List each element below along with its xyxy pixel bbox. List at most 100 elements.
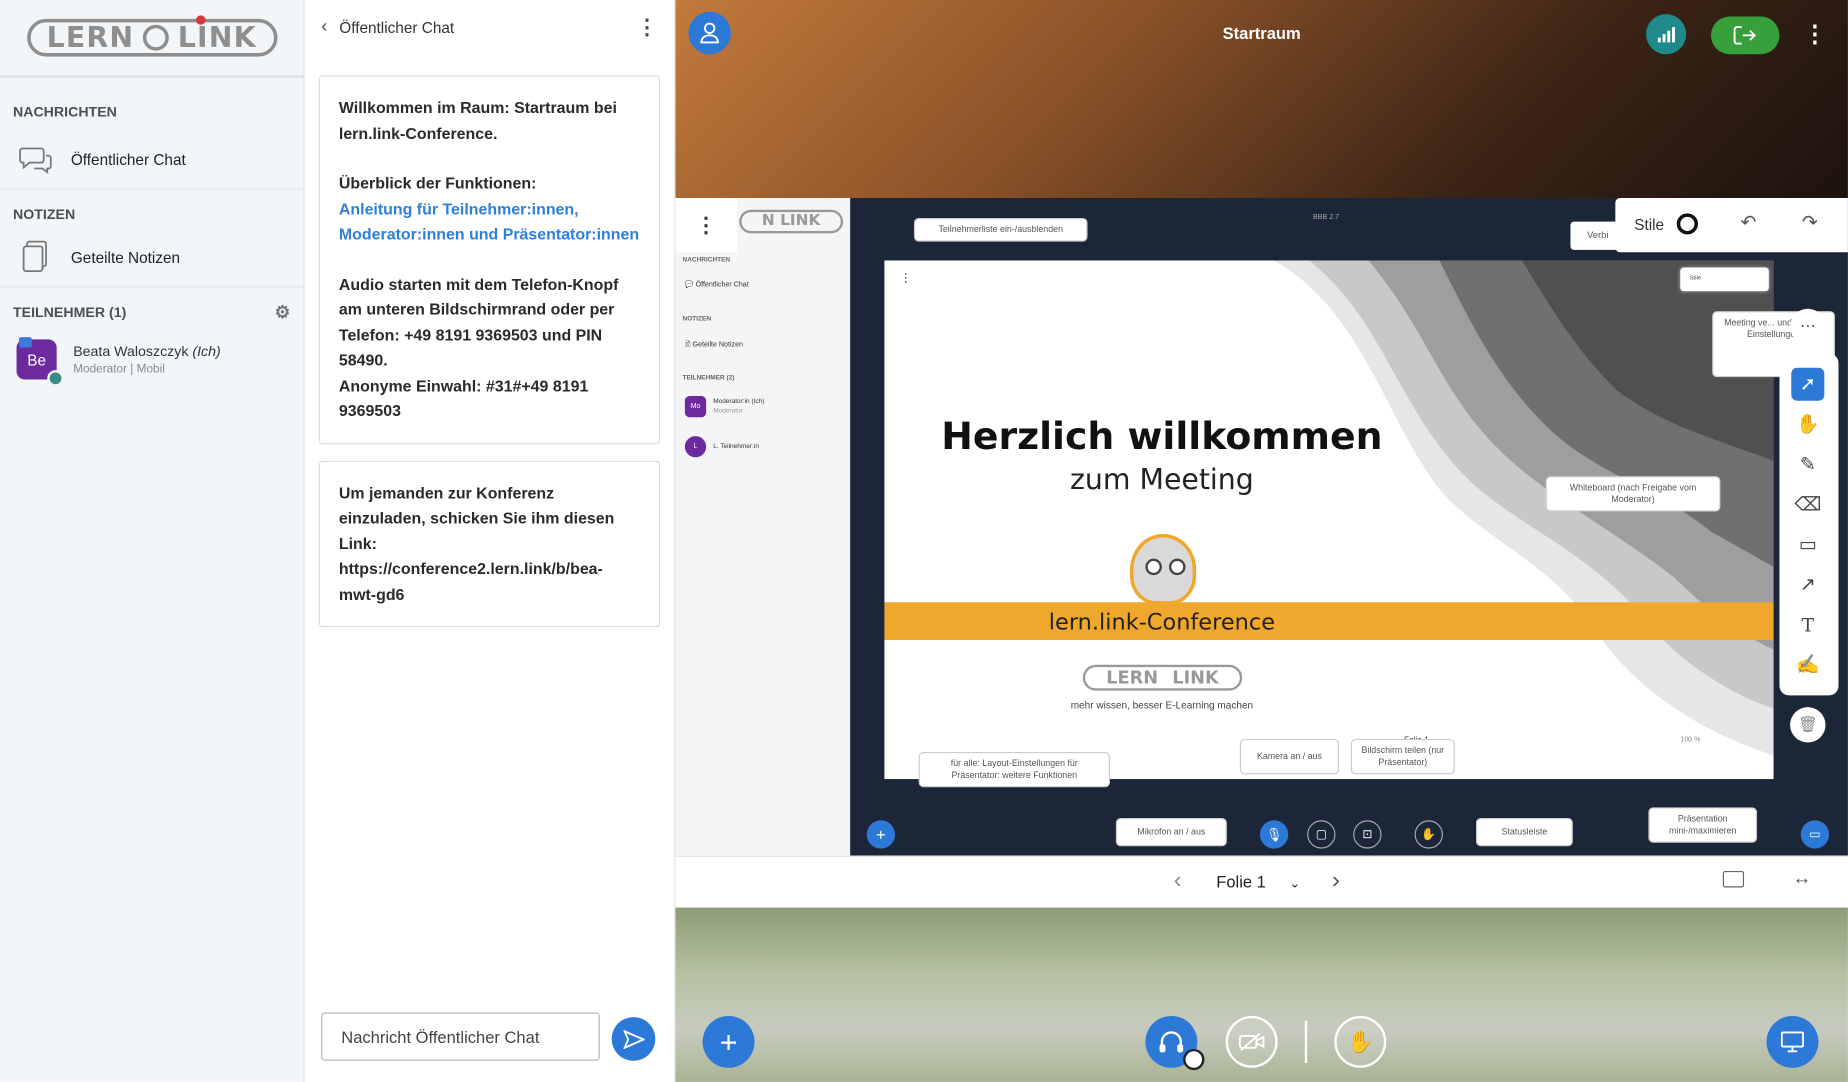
slide-subtitle: zum Meeting <box>1070 463 1254 497</box>
slide-logo-left: LERN <box>1106 667 1159 689</box>
logo-separator <box>143 24 170 51</box>
inner-mic-icon: 🎙 <box>1259 820 1289 849</box>
inner-shared-notes: 🗎 Geteilte Notizen <box>684 341 743 349</box>
inner-avatar1: Mo <box>684 396 707 418</box>
stile-label: Stile <box>1634 215 1665 234</box>
tooltip-participant-list: Teilnehmerliste ein-/ausblenden <box>913 218 1088 242</box>
more-tools-icon[interactable]: ⋯ <box>1790 308 1826 345</box>
whiteboard-style-bar: Stile ↶ ↷ <box>1615 198 1848 253</box>
lern-link-logo: LERN LINK <box>26 15 277 57</box>
prev-slide-icon[interactable]: ‹ <box>1174 867 1182 894</box>
logo-text-right: LINK <box>177 21 257 55</box>
more-options-icon[interactable]: ⋮ <box>636 15 657 40</box>
inner-messages-title: NACHRICHTEN <box>682 256 731 265</box>
inner-shared-notes-label: Geteilte Notizen <box>692 341 743 349</box>
connection-status-button[interactable] <box>1646 14 1687 55</box>
chat-icon <box>17 143 55 176</box>
main-area: Startraum ⋮ ⋮ N LINK NACHRICHTEN 💬 Öffen… <box>675 0 1848 1082</box>
slide-selector-label: Folie 1 <box>1216 872 1266 892</box>
presentation-toggle-button[interactable] <box>1766 1015 1819 1068</box>
inner-participants-title: TEILNEHMER (2) <box>682 374 735 382</box>
slide-content: ⋮ Herzlich willkommen zum Meeting lern.l… <box>884 260 1774 780</box>
guide-link[interactable]: Anleitung für Teilnehmer:innen, Moderato… <box>339 200 639 243</box>
pencil-tool-icon[interactable]: ✎ <box>1791 448 1824 481</box>
camera-button[interactable] <box>1225 1015 1278 1068</box>
inner-presentation-icon: ▭ <box>1800 820 1830 849</box>
participant-me: (Ich) <box>192 342 221 360</box>
tooltip-status: Statusleiste <box>1476 817 1573 847</box>
send-button[interactable] <box>611 1017 656 1061</box>
undo-icon[interactable]: ↶ <box>1740 211 1756 235</box>
notes-section-title: NOTIZEN <box>12 206 76 223</box>
send-icon <box>622 1029 645 1049</box>
options-menu-icon[interactable]: ⋮ <box>1803 19 1827 48</box>
messages-section-title: NACHRICHTEN <box>12 103 117 121</box>
logo-area: LERN LINK <box>0 0 304 78</box>
inner-notes-title: NOTIZEN <box>682 315 712 323</box>
inner-camera-icon: ▢ <box>1307 820 1336 849</box>
anonymous-dial-in: Anonyme Einwahl: #31#+49 8191 9369503 <box>338 376 589 420</box>
participants-title-text: TEILNEHMER (1) <box>12 304 127 321</box>
gear-icon[interactable]: ⚙ <box>275 302 291 323</box>
inner-screen-icon: ⊡ <box>1353 820 1382 849</box>
leave-icon <box>1733 26 1757 45</box>
tooltip-layout: für alle: Layout-Einstellungen für Präse… <box>918 751 1110 788</box>
trash-icon[interactable]: 🗑 <box>1790 707 1826 743</box>
text-tool-icon[interactable]: T <box>1791 608 1824 641</box>
fullscreen-icon[interactable]: ↔ <box>1792 869 1811 890</box>
raise-hand-button[interactable]: ✋ <box>1334 1015 1387 1068</box>
slide-logo-right: LINK <box>1172 667 1219 689</box>
welcome-message: Willkommen im Raum: Startraum bei lern.l… <box>318 75 661 444</box>
inner-avatar2: L <box>684 436 707 458</box>
actions-plus-button[interactable]: + <box>702 1015 755 1068</box>
arrow-tool-icon[interactable]: ↗ <box>1791 568 1824 601</box>
inner-plus-icon: + <box>866 820 896 849</box>
participant-row[interactable]: Be Beata Waloszczyk (Ich) Moderator | Mo… <box>0 335 303 387</box>
slide-selector[interactable]: Folie 1 ⌄ <box>1216 872 1300 891</box>
stroke-style-icon[interactable] <box>1676 213 1698 235</box>
chevron-left-icon[interactable]: ‹ <box>321 17 327 38</box>
inner-zoom-label: 100 % <box>1680 736 1701 744</box>
tooltip-whiteboard: Whiteboard (nach Freigabe vom Moderator) <box>1545 476 1721 512</box>
tooltip-mic: Mikrofon an / aus <box>1115 817 1227 847</box>
leave-meeting-button[interactable] <box>1710 16 1780 55</box>
tooltip-camera: Kamera an / aus <box>1239 738 1340 775</box>
sidebar-item-shared-notes[interactable]: Geteilte Notizen <box>0 230 303 284</box>
eraser-tool-icon[interactable]: ⌫ <box>1791 488 1824 521</box>
slide-title: Herzlich willkommen <box>941 413 1383 459</box>
inner-more-icon: ⋮ <box>675 198 737 253</box>
participant-role: Moderator | Mobil <box>73 363 165 376</box>
slide-logo: LERN LINK <box>1082 664 1243 691</box>
inner-user1-name: Moderator:in (Ich) <box>713 398 765 406</box>
mobile-indicator-icon <box>18 337 32 348</box>
welcome-features-label: Überblick der Funktionen: <box>338 174 537 193</box>
headphones-icon <box>1159 1031 1184 1053</box>
notes-icon <box>17 240 55 273</box>
presentation-icon <box>1780 1031 1805 1053</box>
audio-status-indicator <box>1183 1048 1205 1071</box>
inner-sidebar: ⋮ N LINK NACHRICHTEN 💬 Öffentlicher Chat… <box>675 198 851 856</box>
logo-dot <box>195 15 205 25</box>
inner-user1-role: Moderator <box>713 407 743 415</box>
toolbar-divider <box>1304 1020 1308 1064</box>
next-slide-icon[interactable]: › <box>1332 867 1340 894</box>
select-tool-icon[interactable]: ➚ <box>1791 367 1825 401</box>
redo-icon[interactable]: ↷ <box>1802 211 1818 235</box>
note-tool-icon[interactable]: ✍ <box>1791 648 1824 681</box>
inner-bbb-label: BBB 2.7 <box>1313 214 1340 222</box>
inner-logo: N LINK <box>739 209 844 234</box>
fit-to-width-icon[interactable] <box>1722 870 1745 888</box>
rectangle-tool-icon[interactable]: ▭ <box>1791 528 1824 561</box>
sidebar-item-label: Geteilte Notizen <box>70 248 181 266</box>
inner-public-chat: 💬 Öffentlicher Chat <box>684 281 749 289</box>
audio-badge-icon <box>47 370 64 387</box>
inner-public-chat-label: Öffentlicher Chat <box>695 281 749 289</box>
chat-title: Öffentlicher Chat <box>339 18 455 36</box>
pan-tool-icon[interactable]: ✋ <box>1791 408 1824 441</box>
chat-message-input[interactable]: Nachricht Öffentlicher Chat <box>321 1012 600 1061</box>
chevron-down-icon: ⌄ <box>1289 876 1301 892</box>
tooltip-presentation: Präsentation mini-/maximieren <box>1648 807 1758 843</box>
inner-user1: Mo Moderator:in (Ich) Moderator <box>684 396 765 418</box>
sidebar-item-public-chat[interactable]: Öffentlicher Chat <box>0 132 303 186</box>
inner-style-bar: Stile <box>1680 267 1769 292</box>
